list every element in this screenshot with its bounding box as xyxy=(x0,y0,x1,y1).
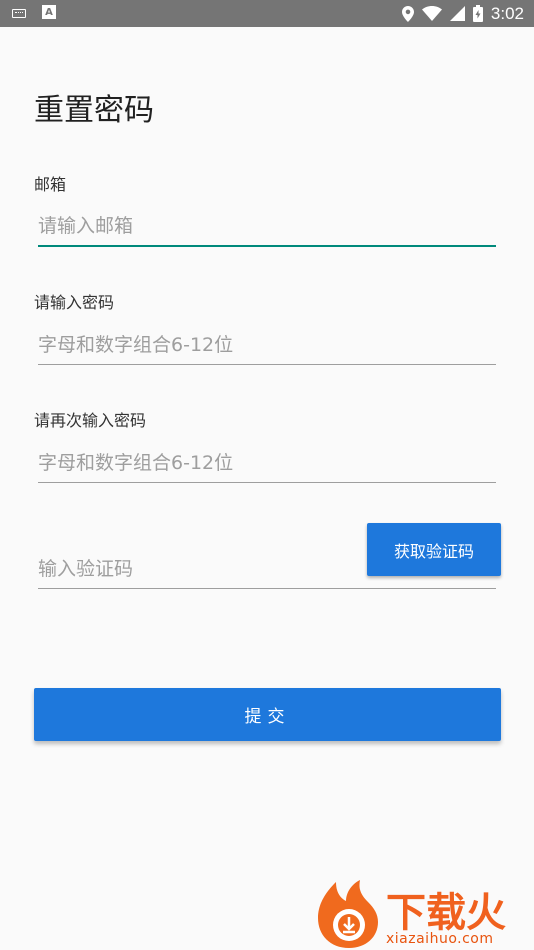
confirm-password-underline xyxy=(38,482,496,483)
watermark-brand: 下载火 xyxy=(386,890,506,936)
verification-code-underline xyxy=(38,588,496,589)
flame-logo-icon xyxy=(318,880,378,948)
watermark-url: xiazaihuo.com xyxy=(386,931,494,947)
email-label: 邮箱 xyxy=(34,175,67,194)
get-code-button[interactable]: 获取验证码 xyxy=(367,523,501,576)
page-title: 重置密码 xyxy=(34,93,154,128)
battery-icon xyxy=(472,5,483,22)
verification-code-field[interactable] xyxy=(38,554,358,588)
location-icon xyxy=(401,5,414,22)
wifi-icon xyxy=(421,6,442,21)
status-bar: A 3:02 xyxy=(0,0,534,27)
signal-icon xyxy=(449,6,465,21)
confirm-password-label: 请再次输入密码 xyxy=(34,411,147,430)
password-label: 请输入密码 xyxy=(34,293,115,312)
keyboard-icon xyxy=(12,9,26,18)
email-underline xyxy=(38,245,496,247)
submit-button[interactable]: 提交 xyxy=(34,688,501,741)
watermark: 下载火 xiazaihuo.com xyxy=(316,880,534,950)
password-underline xyxy=(38,364,496,365)
email-field[interactable] xyxy=(38,211,496,245)
password-field[interactable] xyxy=(38,330,496,364)
confirm-password-field[interactable] xyxy=(38,448,496,482)
clock: 3:02 xyxy=(490,3,524,23)
a-icon: A xyxy=(42,5,56,19)
